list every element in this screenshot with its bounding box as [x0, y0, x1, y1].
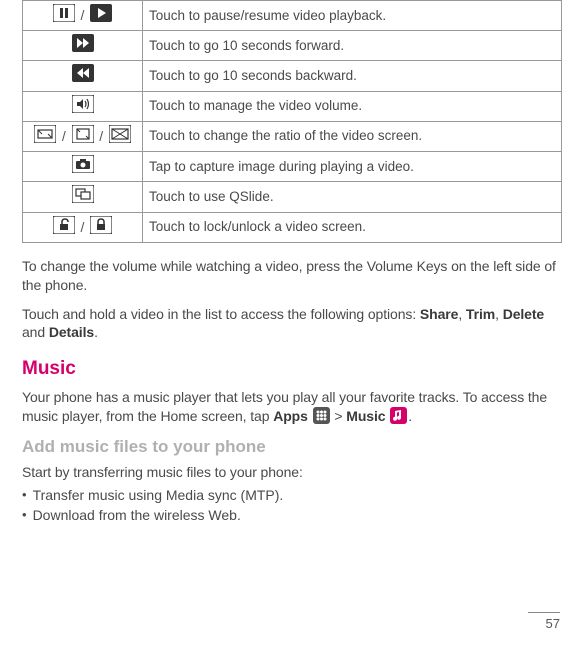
text: . — [94, 324, 98, 340]
text: Touch and hold a video in the list to ac… — [22, 306, 420, 322]
table-row: Touch to manage the video volume. — [23, 91, 562, 121]
music-nav-label: Music — [346, 408, 385, 424]
option-trim: Trim — [466, 306, 495, 322]
icon-cell-pause-play: / — [23, 1, 143, 31]
add-music-heading: Add music files to your phone — [22, 436, 562, 459]
option-delete: Delete — [503, 306, 544, 322]
icon-cell-lock: / — [23, 212, 143, 242]
icon-cell-volume — [23, 91, 143, 121]
separator-slash: / — [99, 127, 103, 146]
table-row: Touch to go 10 seconds backward. — [23, 61, 562, 91]
pause-icon — [53, 4, 75, 27]
aspect-ratio-2-icon — [72, 125, 94, 148]
apps-label: Apps — [273, 408, 308, 424]
icon-cell-forward — [23, 31, 143, 61]
volume-icon — [72, 95, 94, 118]
option-details: Details — [49, 324, 94, 340]
text: . — [408, 408, 412, 424]
desc-volume: Touch to manage the video volume. — [143, 91, 562, 121]
play-icon — [90, 4, 112, 27]
separator-slash: / — [81, 218, 85, 237]
desc-forward: Touch to go 10 seconds forward. — [143, 31, 562, 61]
rewind-icon — [72, 64, 94, 87]
option-share: Share — [420, 306, 458, 322]
bullet-text: Download from the wireless Web. — [33, 506, 241, 525]
desc-backward: Touch to go 10 seconds backward. — [143, 61, 562, 91]
music-heading: Music — [22, 356, 562, 382]
page-number: 57 — [528, 612, 560, 633]
table-row: Touch to go 10 seconds forward. — [23, 31, 562, 61]
icon-cell-ratio: / / — [23, 121, 143, 151]
icon-cell-backward — [23, 61, 143, 91]
volume-note: To change the volume while watching a vi… — [22, 257, 562, 295]
qslide-icon — [72, 185, 94, 208]
apps-icon — [313, 407, 330, 424]
separator-slash: / — [62, 127, 66, 146]
desc-ratio: Touch to change the ratio of the video s… — [143, 121, 562, 151]
desc-lock: Touch to lock/unlock a video screen. — [143, 212, 562, 242]
bullet-dot: • — [22, 506, 27, 525]
text: , — [495, 306, 503, 322]
separator-slash: / — [81, 6, 85, 25]
camera-icon — [72, 155, 94, 178]
desc-qslide: Touch to use QSlide. — [143, 182, 562, 212]
desc-capture: Tap to capture image during playing a vi… — [143, 152, 562, 182]
desc-pause-play: Touch to pause/resume video playback. — [143, 1, 562, 31]
bullet-text: Transfer music using Media sync (MTP). — [33, 486, 284, 505]
aspect-ratio-3-icon — [109, 125, 131, 148]
transfer-intro: Start by transferring music files to you… — [22, 463, 562, 482]
music-intro: Your phone has a music player that lets … — [22, 388, 562, 426]
table-row: / Touch to lock/unlock a video screen. — [23, 212, 562, 242]
icon-cell-capture — [23, 152, 143, 182]
text: and — [22, 324, 49, 340]
aspect-ratio-1-icon — [34, 125, 56, 148]
text: > — [331, 408, 347, 424]
table-row: / Touch to pause/resume video playback. — [23, 1, 562, 31]
long-press-note: Touch and hold a video in the list to ac… — [22, 305, 562, 343]
table-row: Touch to use QSlide. — [23, 182, 562, 212]
unlock-icon — [53, 216, 75, 239]
fast-forward-icon — [72, 34, 94, 57]
icon-cell-qslide — [23, 182, 143, 212]
video-controls-table: / Touch to pause/resume video playback. … — [22, 0, 562, 243]
lock-icon — [90, 216, 112, 239]
table-row: / / Touch to change the ratio of the vid… — [23, 121, 562, 151]
bullet-list: • Transfer music using Media sync (MTP).… — [22, 486, 562, 526]
list-item: • Download from the wireless Web. — [22, 506, 562, 525]
bullet-dot: • — [22, 486, 27, 505]
text: , — [458, 306, 466, 322]
list-item: • Transfer music using Media sync (MTP). — [22, 486, 562, 505]
music-icon — [390, 407, 407, 424]
table-row: Tap to capture image during playing a vi… — [23, 152, 562, 182]
